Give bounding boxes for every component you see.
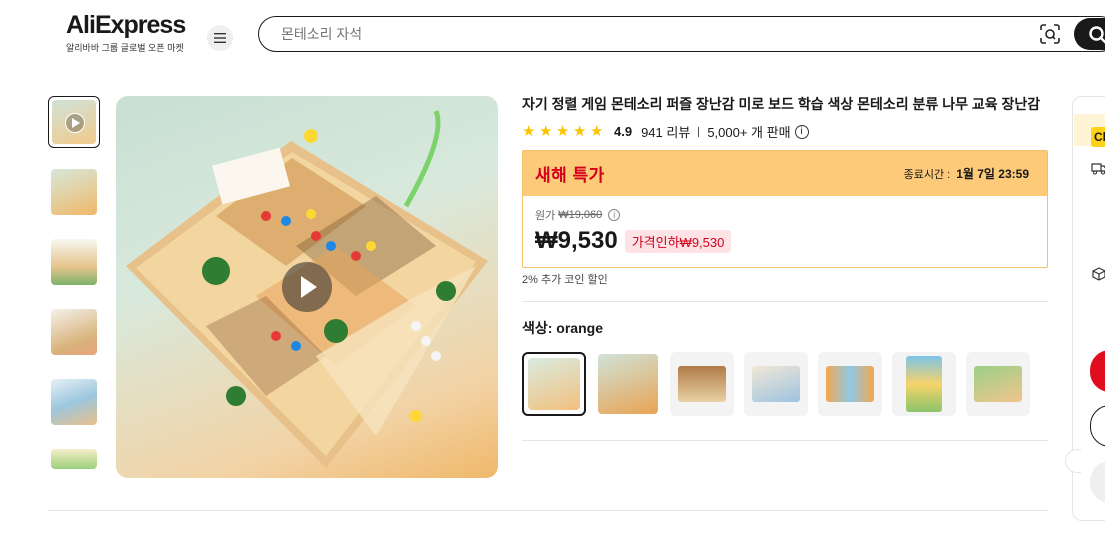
thumbnail-video[interactable] [48, 96, 100, 148]
thumbnail-image-4[interactable] [48, 376, 100, 428]
original-price-label: 원가 [535, 210, 556, 222]
search-input[interactable] [281, 24, 1021, 44]
promo-header: 새해 특가 종료시간 : 1월 7일 23:59 [523, 151, 1047, 196]
info-icon[interactable]: i [608, 209, 621, 221]
reviews-link[interactable]: 941 리뷰 [641, 122, 690, 141]
star-icon: ★ [590, 122, 604, 140]
color-swatches [522, 352, 1048, 416]
current-price: ₩9,530 [535, 227, 618, 254]
promo-name: 새해 특가 [535, 166, 605, 185]
package-icon [1092, 267, 1105, 281]
swatch-picture [826, 366, 874, 402]
rating-stars: ★ ★ ★ ★ ★ [522, 122, 604, 140]
logo-subtitle: 알리바바 그룹 글로벌 오픈 마켓 [66, 43, 184, 53]
star-icon: ★ [522, 122, 536, 140]
discount-badge: 가격인하₩9,530 [624, 229, 732, 253]
search-bar [258, 16, 1105, 52]
swatch-picture [974, 366, 1022, 402]
thumbnail-image-5[interactable] [48, 446, 100, 472]
original-price: ₩19,060 [558, 209, 603, 221]
scroll-left-arrow[interactable] [1065, 449, 1081, 473]
swatch-image [598, 354, 658, 414]
swatch-picture [678, 366, 726, 402]
swatch-image [528, 358, 580, 410]
separator [698, 126, 700, 137]
thumbnail-image [51, 449, 97, 469]
star-icon: ★ [539, 122, 553, 140]
coin-discount: 2% 추가 코인 할인 [522, 274, 608, 286]
rating-score: 4.9 [614, 124, 633, 139]
swatch-7[interactable] [966, 352, 1030, 416]
color-label: 색상: orange [522, 320, 603, 336]
hamburger-icon [214, 33, 226, 43]
thumbnail-image [51, 169, 97, 215]
delivery-icon [1091, 163, 1105, 175]
divider [522, 301, 1048, 302]
swatch-3[interactable] [670, 352, 734, 416]
main-product-image[interactable] [116, 96, 498, 478]
info-icon[interactable]: i [794, 124, 809, 139]
product-info: 자기 정렬 게임 몬테소리 퍼즐 장난감 미로 보드 학습 색상 몬테소리 분류… [522, 96, 1048, 441]
swatch-orange[interactable] [522, 352, 586, 416]
video-play-button[interactable] [282, 262, 332, 312]
sold-count: 5,000+ 개 판매 [707, 125, 791, 140]
star-icon: ★ [556, 122, 570, 140]
original-price-row: 원가 ₩19,060 i [535, 207, 1035, 223]
thumbnail-image-3[interactable] [48, 306, 100, 358]
section-divider [48, 510, 1048, 511]
swatch-6[interactable] [892, 352, 956, 416]
search-button[interactable] [1074, 18, 1105, 50]
swatch-4[interactable] [744, 352, 808, 416]
aliexpress-logo[interactable]: AliExpress 알리바바 그룹 글로벌 오픈 마켓 [66, 11, 186, 54]
thumbnail-image-2[interactable] [48, 236, 100, 288]
swatch-picture [752, 366, 800, 402]
play-icon [65, 113, 85, 133]
image-search-icon[interactable] [1039, 23, 1061, 45]
menu-button[interactable] [207, 25, 233, 51]
logo-text: AliExpress [66, 11, 186, 39]
promo-box: 새해 특가 종료시간 : 1월 7일 23:59 원가 ₩19,060 i ₩9,… [522, 150, 1048, 268]
promo-body: 원가 ₩19,060 i ₩9,530 가격인하₩9,530 [523, 196, 1047, 266]
promo-end-label: 종료시간 : [903, 169, 951, 181]
star-icon: ★ [573, 122, 587, 140]
swatch-5[interactable] [818, 352, 882, 416]
rating-row: ★ ★ ★ ★ ★ 4.9 941 리뷰 5,000+ 개 판매 i [522, 122, 1048, 141]
price-row: ₩9,530 가격인하₩9,530 [535, 227, 1035, 255]
search-icon [1089, 26, 1105, 44]
side-tag: Ch [1091, 127, 1105, 147]
divider [522, 440, 1048, 441]
swatch-picture [906, 356, 942, 412]
thumbnail-image [51, 379, 97, 425]
thumbnail-list [48, 96, 102, 490]
header: AliExpress 알리바바 그룹 글로벌 오픈 마켓 [0, 0, 1105, 70]
promo-end-time: 종료시간 : 1월 7일 23:59 [904, 165, 1029, 182]
thumbnail-image [51, 309, 97, 355]
thumbnail-image-1[interactable] [48, 166, 100, 218]
product-title: 자기 정렬 게임 몬테소리 퍼즐 장난감 미로 보드 학습 색상 몬테소리 분류… [522, 96, 1041, 112]
swatch-2[interactable] [596, 352, 660, 416]
thumbnail-image [51, 239, 97, 285]
promo-end-value: 1월 7일 23:59 [956, 167, 1029, 181]
